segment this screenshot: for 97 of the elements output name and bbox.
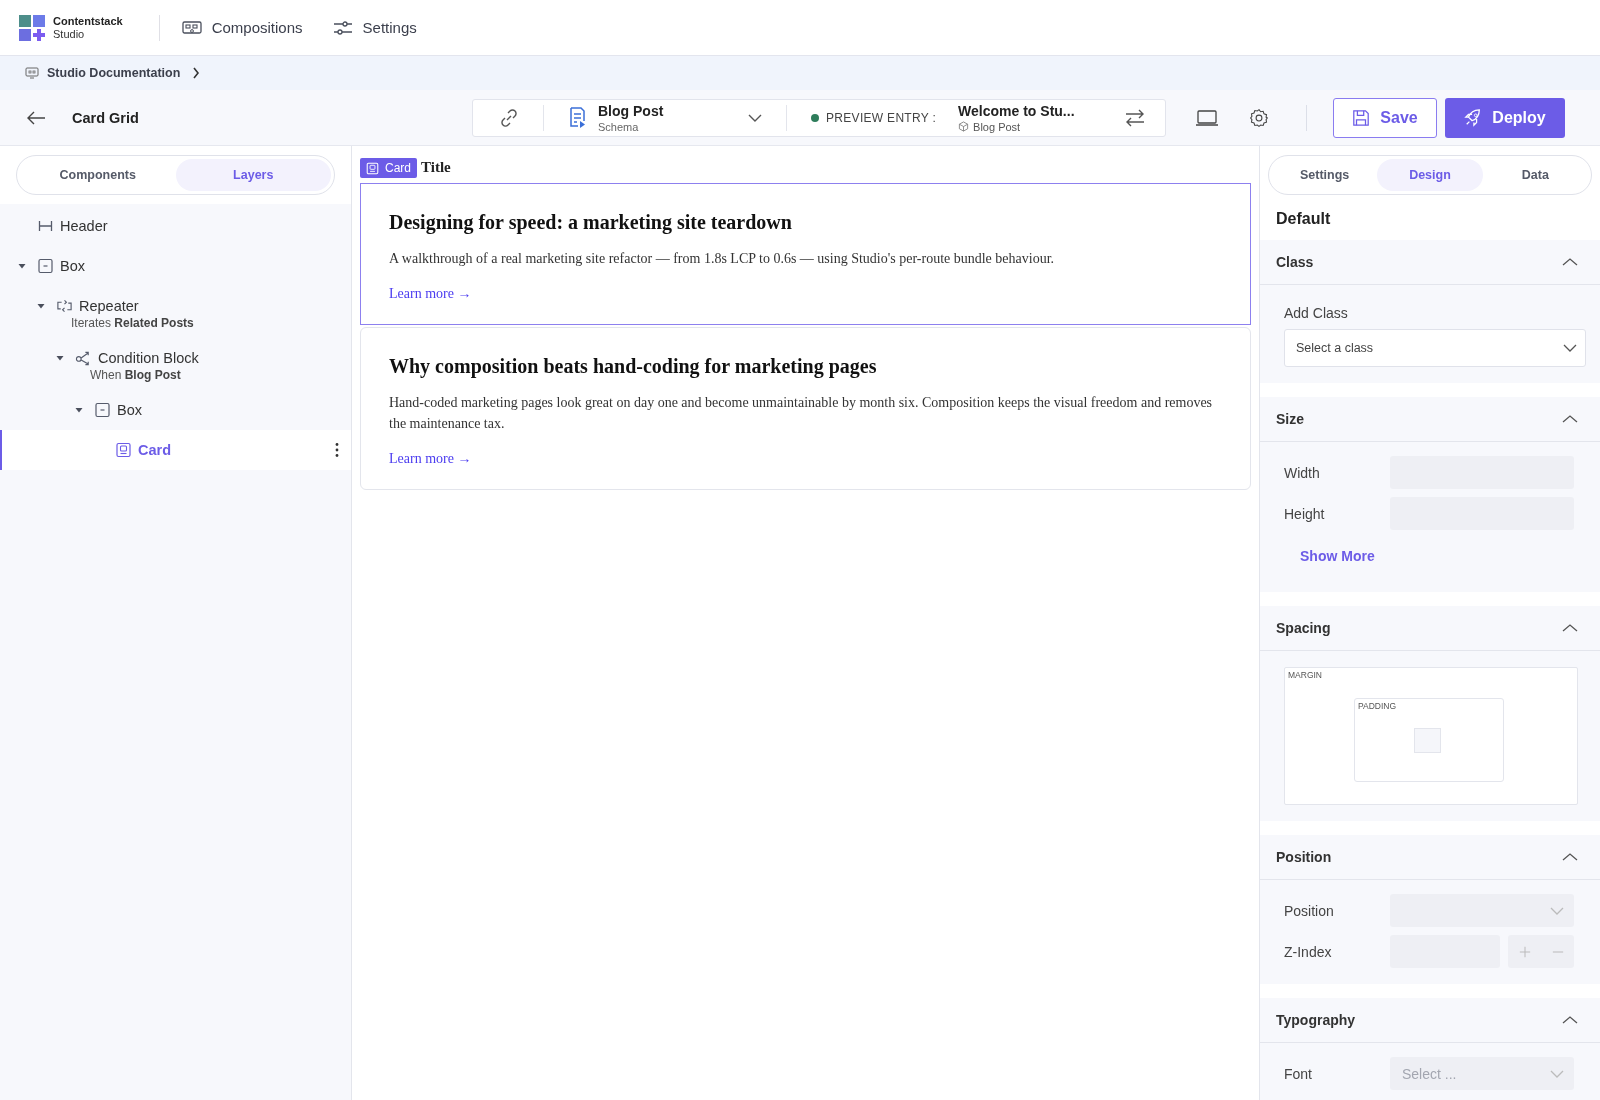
- field-label: Height: [1284, 505, 1326, 522]
- nav-item[interactable]: Compositions: [181, 7, 303, 48]
- rocket-icon: [1464, 108, 1483, 127]
- sliders-icon: [332, 19, 353, 36]
- layer-label: Condition Block: [98, 350, 199, 366]
- learn-more-link[interactable]: Learn more →: [389, 450, 472, 466]
- chevron-right-icon[interactable]: [192, 67, 201, 79]
- class-select[interactable]: Select a class: [1284, 329, 1586, 367]
- link-icon[interactable]: [499, 107, 519, 128]
- save-button[interactable]: Save: [1333, 97, 1437, 138]
- caret-icon[interactable]: [56, 354, 64, 362]
- branch-icon: [75, 350, 92, 366]
- box-icon: [37, 258, 54, 274]
- layer-item[interactable]: Repeater Iterates Related Posts: [0, 286, 351, 338]
- monitor-icon[interactable]: [1196, 107, 1218, 128]
- layer-label: Box: [60, 258, 85, 274]
- section-title: Position: [1276, 849, 1332, 865]
- caret-icon[interactable]: [37, 302, 45, 310]
- layer-label: Card: [138, 442, 172, 458]
- brand-name: Contentstack: [53, 14, 123, 28]
- chevron-down-icon: [1550, 906, 1564, 915]
- card-body: A walkthrough of a real marketing site refactor — from 1.8s LCP to 0.6s — using Studio's per-route bundle behaviour.: [389, 250, 1056, 268]
- layer-item[interactable]: Box: [0, 390, 351, 430]
- chevron-up-icon[interactable]: [1562, 1015, 1578, 1025]
- field-label: Position: [1284, 902, 1335, 919]
- logo-icon: [19, 14, 45, 41]
- caret-icon[interactable]: [75, 406, 83, 414]
- content-card[interactable]: Designing for speed: a marketing site teardown A walkthrough of a real marketing site refactor — from 1.8s LCP to 0.6s — using Studio's per-route bundle behaviour. Learn more →: [360, 183, 1251, 325]
- layer-item[interactable]: Box: [0, 246, 351, 286]
- panel-tab[interactable]: Settings: [1272, 159, 1378, 191]
- back-arrow-icon[interactable]: [26, 110, 46, 125]
- card-title: Designing for speed: a marketing site teardown: [389, 211, 793, 234]
- layer-item[interactable]: Condition Block When Blog Post: [0, 338, 351, 390]
- card-body: Hand-coded marketing pages look great on day one and become unmaintainable by month six. Composition keeps the visual freedom and removes the maintenance tax.: [389, 393, 1214, 433]
- nav-item[interactable]: Settings: [332, 7, 417, 48]
- entry-title: Welcome to Stu...: [958, 102, 1075, 119]
- caret-icon[interactable]: [18, 262, 26, 270]
- layer-subtitle: When Blog Post: [90, 368, 182, 382]
- section-title: Typography: [1276, 1012, 1356, 1028]
- card-icon: [115, 442, 132, 458]
- breadcrumb-link[interactable]: Studio Documentation: [47, 66, 181, 80]
- cube-icon: [958, 121, 970, 132]
- entry-type: Blog Post: [973, 120, 1021, 133]
- card-badge[interactable]: Card: [360, 158, 417, 178]
- state-heading: Default: [1275, 209, 1332, 229]
- settings-icon[interactable]: [1248, 107, 1270, 128]
- field-label: Add Class: [1284, 305, 1349, 321]
- repeat-icon: [56, 298, 73, 314]
- panel-tab[interactable]: Layers: [175, 159, 331, 191]
- floppy-icon: [1352, 108, 1371, 127]
- document-icon: [568, 106, 586, 129]
- show-more-link[interactable]: Show More: [1300, 548, 1586, 564]
- padding-label: PADDING: [1358, 701, 1397, 711]
- panel-tab[interactable]: Data: [1482, 159, 1588, 191]
- content-card[interactable]: [360, 326, 1251, 490]
- layer-item[interactable]: Header: [0, 206, 351, 246]
- monitor-icon: [25, 67, 39, 79]
- product-name: Studio: [53, 27, 86, 41]
- panel-tab[interactable]: Components: [20, 159, 176, 191]
- box-icon: [94, 402, 111, 418]
- chevron-down-icon: [748, 113, 762, 122]
- card-icon: [366, 161, 379, 175]
- layer-subtitle: Iterates Related Posts: [71, 316, 195, 330]
- chevron-up-icon[interactable]: [1562, 414, 1578, 424]
- field-label: Z-Index: [1284, 943, 1333, 960]
- swap-icon[interactable]: [1125, 108, 1145, 127]
- layer-label: Repeater: [79, 298, 139, 314]
- field-label: Font: [1284, 1065, 1313, 1082]
- section-title: Class: [1276, 254, 1314, 270]
- card-title: Why composition beats hand-coding for marketing pages: [389, 354, 878, 378]
- learn-more-link[interactable]: Learn more →: [389, 285, 472, 301]
- chevron-up-icon[interactable]: [1562, 852, 1578, 862]
- select-field[interactable]: [1390, 894, 1574, 927]
- header-icon: [37, 218, 54, 234]
- margin-box[interactable]: MARGIN PADDING: [1284, 667, 1578, 805]
- padding-box[interactable]: PADDING: [1354, 698, 1504, 782]
- content-box: [1414, 728, 1441, 753]
- layer-item[interactable]: Card: [0, 430, 351, 470]
- chevron-down-icon: [1563, 344, 1577, 352]
- field-label: Width: [1284, 464, 1321, 481]
- layout-icon: [181, 19, 202, 36]
- chevron-up-icon[interactable]: [1562, 623, 1578, 633]
- margin-label: MARGIN: [1288, 670, 1322, 680]
- section-heading: Title: [421, 159, 451, 176]
- chevron-up-icon[interactable]: [1562, 257, 1578, 267]
- page-title: Card Grid: [72, 109, 140, 126]
- preview-label: PREVIEW ENTRY :: [826, 110, 937, 125]
- section-title: Spacing: [1276, 620, 1331, 636]
- deploy-button[interactable]: Deploy: [1445, 97, 1565, 138]
- status-dot-icon: [811, 113, 819, 122]
- section-title: Size: [1276, 411, 1304, 427]
- layer-label: Header: [60, 218, 108, 234]
- chevron-down-icon: [1550, 1069, 1564, 1078]
- layer-label: Box: [117, 402, 142, 418]
- schema-dropdown[interactable]: Blog Post Schema: [568, 102, 762, 133]
- panel-tab[interactable]: Design: [1377, 159, 1483, 191]
- more-icon[interactable]: [335, 442, 339, 458]
